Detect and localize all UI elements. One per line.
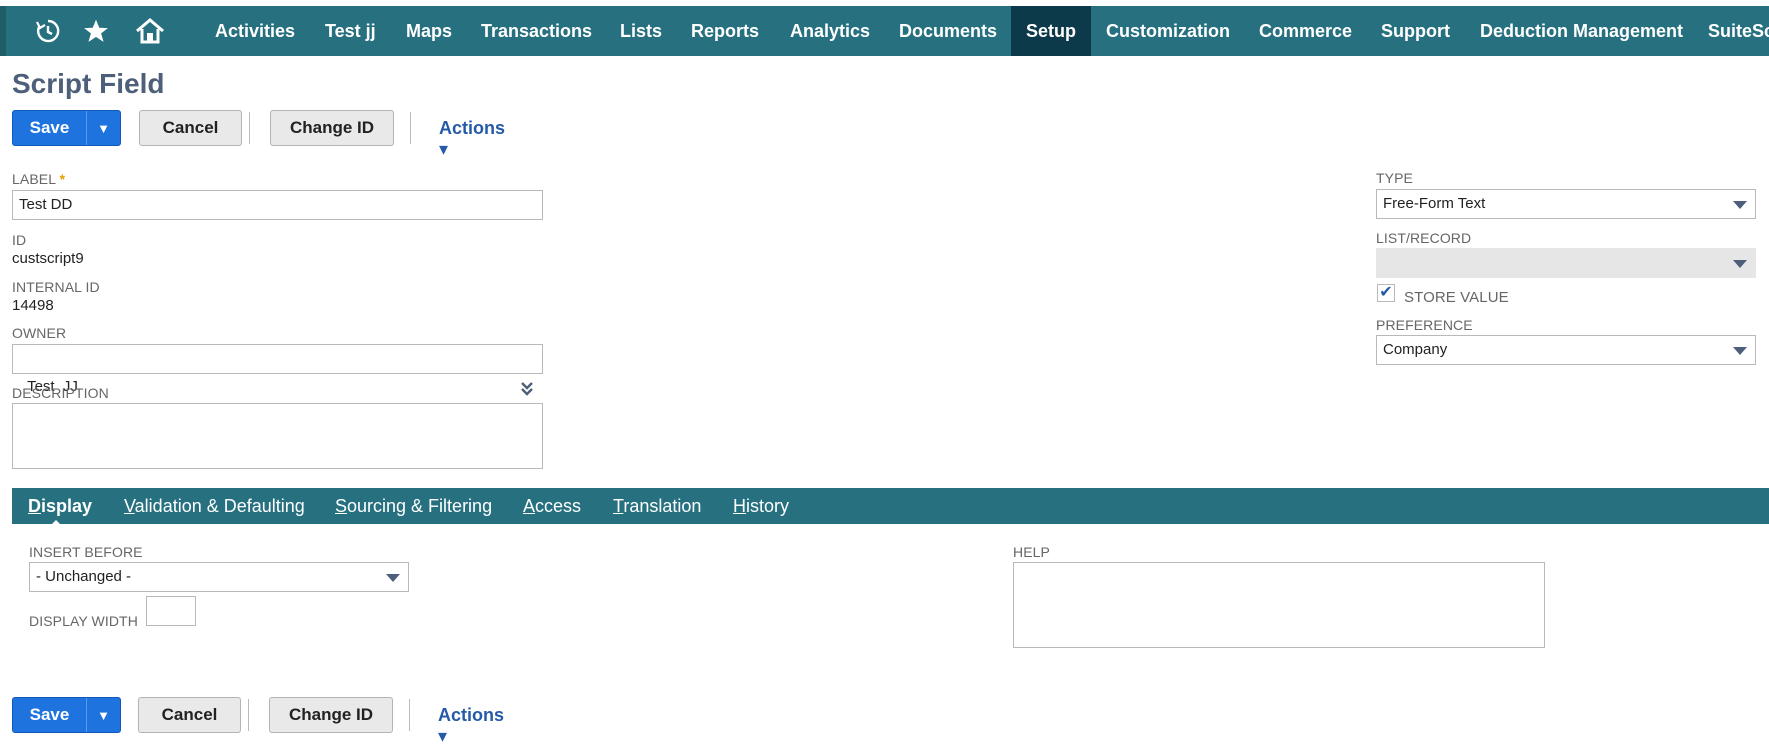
internal-id-value: 14498 [12, 297, 54, 314]
actions-menu[interactable]: Actions ▾ [438, 705, 504, 747]
nav-lists[interactable]: Lists [605, 6, 677, 56]
separator [409, 699, 410, 731]
internal-id-label: INTERNAL ID [12, 279, 100, 295]
separator [410, 112, 411, 144]
tab-display[interactable]: Display [28, 488, 92, 524]
nav-documents[interactable]: Documents [884, 6, 1012, 56]
cancel-button[interactable]: Cancel [138, 697, 241, 733]
nav-maps[interactable]: Maps [391, 6, 467, 56]
separator [249, 112, 250, 144]
dropdown-arrow-icon[interactable] [1733, 260, 1747, 268]
store-value-checkbox[interactable]: ✔ [1377, 284, 1395, 302]
home-icon[interactable] [130, 6, 170, 56]
tab-access[interactable]: Access [523, 488, 581, 524]
type-value: Free-Form Text [1383, 195, 1486, 212]
save-label[interactable]: Save [13, 698, 87, 732]
save-button[interactable]: Save ▼ [12, 110, 121, 146]
nav-support[interactable]: Support [1366, 6, 1465, 56]
insert-before-select[interactable]: - Unchanged - [29, 562, 409, 592]
description-textarea[interactable] [12, 403, 543, 469]
label-field-label: LABEL * [12, 171, 66, 187]
active-tab-pointer [48, 520, 64, 528]
page-title: Script Field [12, 68, 165, 99]
insert-before-value: - Unchanged - [36, 568, 132, 585]
display-width-label: DISPLAY WIDTH [29, 613, 138, 629]
description-label: DESCRIPTION [12, 385, 109, 401]
owner-label: OWNER [12, 325, 67, 341]
tab-history[interactable]: History [733, 488, 789, 524]
separator [248, 699, 249, 731]
list-record-label: LIST/RECORD [1376, 230, 1472, 246]
top-nav-bar: Activities Test jj Maps Transactions Lis… [0, 6, 1769, 56]
change-id-button[interactable]: Change ID [270, 110, 394, 146]
dropdown-arrow-icon[interactable] [1733, 201, 1747, 209]
nav-deduction-management[interactable]: Deduction Management [1465, 6, 1698, 56]
store-value-label: STORE VALUE [1404, 289, 1509, 306]
help-label: HELP [1013, 544, 1050, 560]
nav-commerce[interactable]: Commerce [1244, 6, 1367, 56]
nav-test-jj[interactable]: Test jj [310, 6, 391, 56]
tab-sourcing-filtering[interactable]: Sourcing & Filtering [335, 488, 492, 524]
help-textarea[interactable] [1013, 562, 1545, 648]
type-label: TYPE [1376, 170, 1413, 186]
actions-menu[interactable]: Actions ▾ [439, 118, 505, 160]
save-label[interactable]: Save [13, 111, 87, 145]
subtab-bar: Display Validation & Defaulting Sourcing… [12, 488, 1769, 524]
nav-reports[interactable]: Reports [676, 6, 774, 56]
recent-icon[interactable] [28, 6, 68, 56]
type-select[interactable]: Free-Form Text [1376, 189, 1756, 219]
nav-customization[interactable]: Customization [1091, 6, 1245, 56]
dropdown-arrow-icon[interactable] [386, 574, 400, 582]
label-input[interactable]: Test DD [12, 190, 543, 220]
save-button[interactable]: Save ▼ [12, 697, 121, 733]
cancel-button[interactable]: Cancel [139, 110, 242, 146]
insert-before-label: INSERT BEFORE [29, 544, 143, 560]
display-width-input[interactable] [146, 596, 196, 626]
nav-suitescript[interactable]: SuiteSc [1693, 6, 1769, 56]
id-label: ID [12, 232, 27, 248]
save-menu-arrow[interactable]: ▼ [87, 698, 120, 732]
tab-translation[interactable]: Translation [613, 488, 701, 524]
nav-setup[interactable]: Setup [1011, 6, 1091, 56]
star-icon[interactable] [76, 6, 116, 56]
nav-activities[interactable]: Activities [200, 6, 310, 56]
tab-validation-defaulting[interactable]: Validation & Defaulting [124, 488, 305, 524]
save-menu-arrow[interactable]: ▼ [87, 111, 120, 145]
preference-value: Company [1383, 341, 1448, 358]
id-value: custscript9 [12, 250, 84, 267]
change-id-button[interactable]: Change ID [269, 697, 393, 733]
nav-edge [0, 6, 6, 56]
nav-analytics[interactable]: Analytics [775, 6, 885, 56]
owner-select[interactable]: Test JJ [12, 344, 543, 396]
preference-label: PREFERENCE [1376, 317, 1473, 333]
list-record-select[interactable] [1376, 248, 1756, 278]
required-mark: * [59, 171, 66, 187]
dropdown-arrow-icon[interactable] [1733, 347, 1747, 355]
nav-transactions[interactable]: Transactions [466, 6, 607, 56]
preference-select[interactable]: Company [1376, 335, 1756, 365]
